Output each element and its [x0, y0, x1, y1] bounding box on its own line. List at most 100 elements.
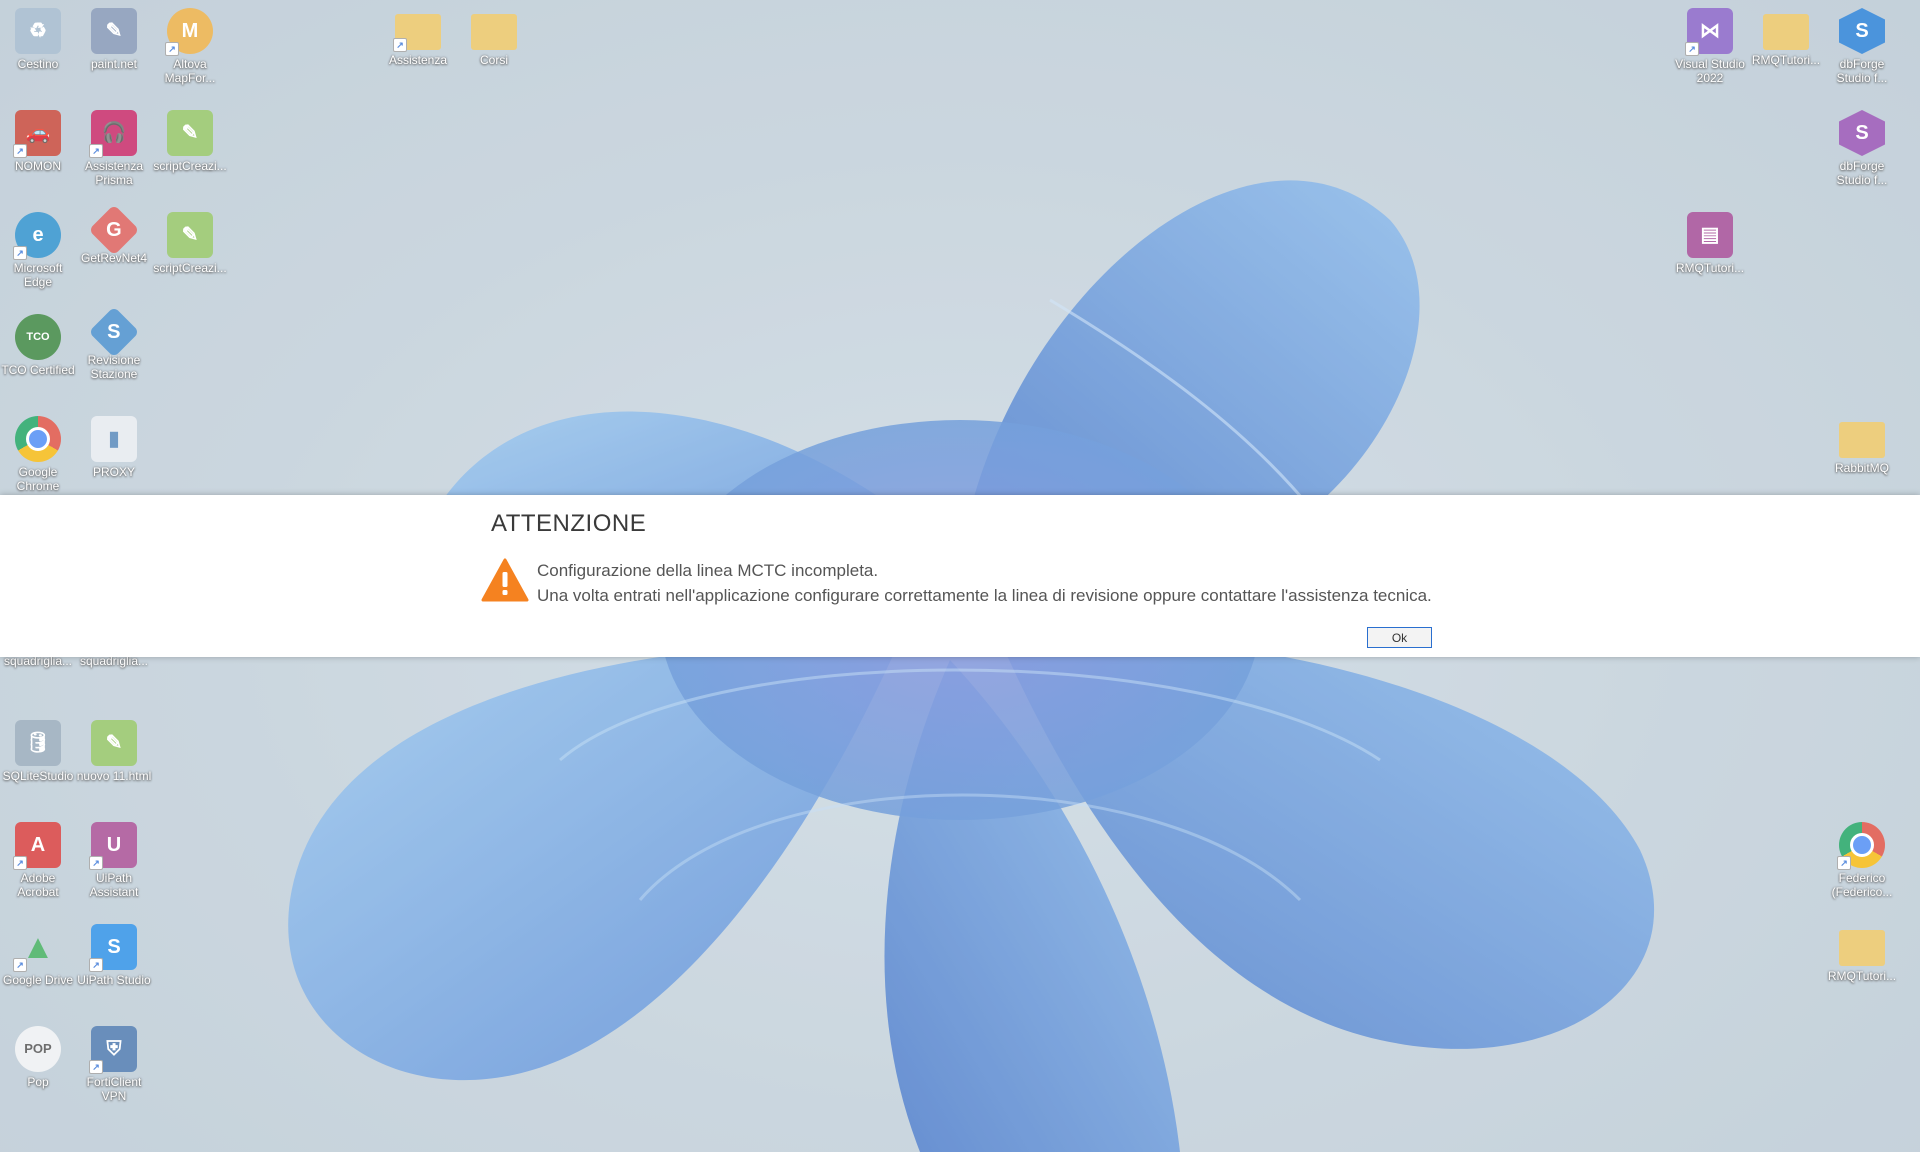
proxy-window-icon: ▮: [91, 416, 137, 462]
recycle-bin-icon: ♻: [15, 8, 61, 54]
script-notepad-icon: ✎: [91, 720, 137, 766]
desktop-icon-paintnet[interactable]: ✎ paint.net: [76, 8, 152, 71]
icon-label: Adobe Acrobat: [17, 871, 59, 899]
script-notepad-icon: ✎: [167, 212, 213, 258]
desktop-icon-federico[interactable]: ↗ Federico (Federico...: [1824, 822, 1900, 899]
shortcut-arrow-icon: ↗: [13, 246, 27, 260]
getrevnet-icon: G: [88, 204, 140, 256]
paintnet-icon: ✎: [91, 8, 137, 54]
desktop-icon-getrevnet4[interactable]: G GetRevNet4: [76, 204, 152, 265]
folder-icon: [1763, 14, 1809, 50]
desktop-icon-nomon[interactable]: 🚗 ↗ NOMON: [0, 110, 76, 173]
desktop-icon-revisione-stazione[interactable]: S Revisione Stazione: [76, 306, 152, 381]
folder-icon: ↗: [393, 14, 441, 52]
dialog-title: ATTENZIONE: [491, 510, 647, 537]
desktop-icon-sqlitestudio[interactable]: 🛢 SQLiteStudio: [0, 720, 76, 783]
desktop-icon-rabbitmq-folder[interactable]: RabbitMQ: [1824, 416, 1900, 475]
pop-icon: POP: [15, 1026, 61, 1072]
chrome-icon: [15, 416, 61, 462]
folder-icon: [471, 14, 517, 50]
desktop-icon-rmq-folder-1[interactable]: RMQTutori...: [1748, 8, 1824, 67]
icon-label: Google Drive: [2, 973, 74, 987]
icon-label: Altova MapFor...: [164, 57, 216, 85]
icon-label: Federico (Federico...: [1831, 871, 1893, 899]
shortcut-arrow-icon: ↗: [13, 856, 27, 870]
nomon-car-icon: 🚗 ↗: [13, 110, 61, 158]
desktop-icon-forticlient[interactable]: ⛨ ↗ FortiClient VPN: [76, 1026, 152, 1103]
desktop-icon-acrobat[interactable]: A ↗ Adobe Acrobat: [0, 822, 76, 899]
desktop-icon-rmq-archive[interactable]: ▤ RMQTutori...: [1672, 212, 1748, 275]
icon-label: dbForge Studio f...: [1836, 159, 1888, 187]
dbforge-icon: S: [1839, 8, 1885, 54]
desktop-icon-uipath-studio[interactable]: S ↗ UiPath Studio: [76, 924, 152, 987]
script-notepad-icon: ✎: [167, 110, 213, 156]
dialog-message-line-1: Configurazione della linea MCTC incomple…: [537, 561, 879, 580]
desktop-icon-assistenza-prisma[interactable]: 🎧 ↗ Assistenza Prisma: [76, 110, 152, 187]
desktop-icon-altova[interactable]: M ↗ Altova MapFor...: [152, 8, 228, 85]
desktop-icon-tco[interactable]: TCO TCO Certified: [0, 314, 76, 377]
warning-icon: [481, 558, 529, 602]
icon-label: scriptCreazi...: [153, 159, 227, 173]
uipath-studio-icon: S ↗: [89, 924, 137, 972]
desktop-icon-assistenza-folder[interactable]: ↗ Assistenza: [380, 8, 456, 67]
ok-button[interactable]: Ok: [1367, 627, 1432, 648]
icon-label: Revisione Stazione: [87, 353, 141, 381]
warning-dialog: ATTENZIONE Configurazione della linea MC…: [0, 495, 1920, 657]
dialog-message-line-2: Una volta entrati nell'applicazione conf…: [537, 586, 1432, 605]
desktop-icon-google-drive[interactable]: ▲ ↗ Google Drive: [0, 924, 76, 987]
desktop-icon-chrome[interactable]: Google Chrome: [0, 416, 76, 493]
winrar-archive-icon: ▤: [1687, 212, 1733, 258]
desktop-icon-edge[interactable]: e ↗ Microsoft Edge: [0, 212, 76, 289]
tco-certified-icon: TCO: [15, 314, 61, 360]
icon-label: Pop: [27, 1075, 49, 1089]
desktop-icon-uipath-assistant[interactable]: U ↗ UiPath Assistant: [76, 822, 152, 899]
icon-label: Assistenza Prisma: [84, 159, 144, 187]
icon-label: Visual Studio 2022: [1675, 57, 1745, 85]
icon-label: RMQTutori...: [1827, 969, 1897, 983]
shortcut-arrow-icon: ↗: [13, 144, 27, 158]
database-icon: 🛢: [15, 720, 61, 766]
icon-label: Assistenza: [388, 53, 448, 67]
icon-label: Google Chrome: [16, 465, 60, 493]
desktop-icon-dbforge-1[interactable]: S dbForge Studio f...: [1824, 8, 1900, 85]
shortcut-arrow-icon: ↗: [165, 42, 179, 56]
icon-label: Microsoft Edge: [13, 261, 63, 289]
chrome-profile-icon: ↗: [1837, 822, 1885, 870]
icon-label: dbForge Studio f...: [1836, 57, 1888, 85]
desktop-icon-proxy[interactable]: ▮ PROXY: [76, 416, 152, 479]
shortcut-arrow-icon: ↗: [89, 856, 103, 870]
shortcut-arrow-icon: ↗: [89, 144, 103, 158]
headset-icon: 🎧 ↗: [89, 110, 137, 158]
shortcut-arrow-icon: ↗: [1837, 856, 1851, 870]
shortcut-arrow-icon: ↗: [89, 1060, 103, 1074]
shortcut-arrow-icon: ↗: [13, 958, 27, 972]
icon-label: NOMON: [15, 159, 61, 173]
folder-icon: [1839, 930, 1885, 966]
icon-label: PROXY: [92, 465, 135, 479]
google-drive-icon: ▲ ↗: [13, 924, 61, 972]
icon-label: Corsi: [479, 53, 508, 67]
desktop-icon-script-creazi-1[interactable]: ✎ scriptCreazi...: [152, 110, 228, 173]
uipath-assistant-icon: U ↗: [89, 822, 137, 870]
desktop-icon-visual-studio[interactable]: ⋈ ↗ Visual Studio 2022: [1672, 8, 1748, 85]
visual-studio-icon: ⋈ ↗: [1685, 8, 1733, 56]
altova-mapforce-icon: M ↗: [165, 8, 213, 56]
icon-label: FortiClient VPN: [86, 1075, 142, 1103]
desktop-icon-cestino[interactable]: ♻ Cestino: [0, 8, 76, 71]
forticlient-shield-icon: ⛨ ↗: [89, 1026, 137, 1074]
icon-label: scriptCreazi...: [153, 261, 227, 275]
desktop-icon-rmq-folder-2[interactable]: RMQTutori...: [1824, 924, 1900, 983]
desktop-icon-script-creazi-2[interactable]: ✎ scriptCreazi...: [152, 212, 228, 275]
icon-label: SQLiteStudio: [2, 769, 74, 783]
icon-label: RMQTutori...: [1751, 53, 1821, 67]
desktop-icon-corsi-folder[interactable]: Corsi: [456, 8, 532, 67]
desktop-icon-nuovo-html[interactable]: ✎ nuovo 11.html: [76, 720, 152, 783]
icon-label: UiPath Studio: [77, 973, 151, 987]
desktop-icon-dbforge-2[interactable]: S dbForge Studio f...: [1824, 110, 1900, 187]
dbforge-icon: S: [1839, 110, 1885, 156]
desktop-icon-pop[interactable]: POP Pop: [0, 1026, 76, 1089]
shortcut-arrow-icon: ↗: [89, 958, 103, 972]
folder-icon: [1839, 422, 1885, 458]
icon-label: nuovo 11.html: [76, 769, 152, 783]
icon-label: RMQTutori...: [1675, 261, 1745, 275]
